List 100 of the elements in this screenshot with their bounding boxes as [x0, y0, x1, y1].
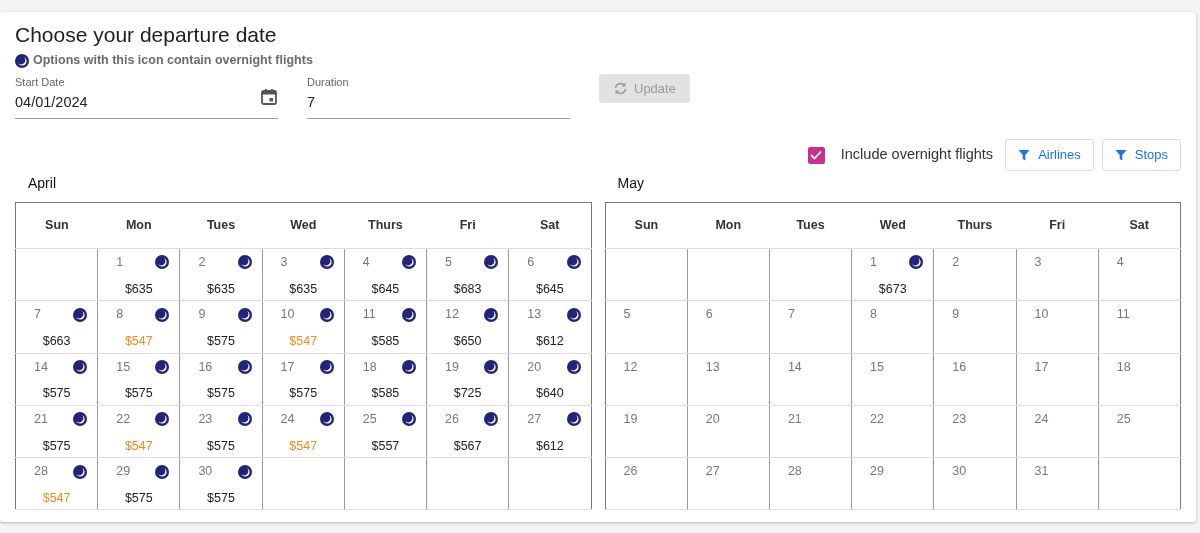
- price[interactable]: $585: [371, 332, 400, 351]
- day-number: 24: [280, 410, 295, 428]
- duration-field[interactable]: 7: [307, 92, 570, 115]
- day-number: 6: [527, 253, 535, 271]
- day-number: 12: [623, 358, 638, 376]
- price[interactable]: $612: [535, 332, 564, 351]
- price[interactable]: $575: [207, 488, 235, 508]
- weekday-header: Tues: [796, 218, 825, 233]
- weekday-header: Thurs: [957, 218, 993, 233]
- filter-button[interactable]: Stops: [1101, 139, 1181, 171]
- price[interactable]: $575: [207, 384, 235, 404]
- price[interactable]: $725: [453, 384, 482, 404]
- day-number: 26: [623, 463, 638, 481]
- day-number: 19: [623, 410, 638, 428]
- day-number: 8: [870, 306, 878, 324]
- day-number: 16: [952, 358, 967, 376]
- day-number: 5: [623, 306, 631, 324]
- start-date-field[interactable]: 04/01/2024: [15, 92, 260, 115]
- day-number: 19: [445, 358, 459, 376]
- filter-button[interactable]: Airlines: [1005, 139, 1094, 171]
- day-number: 20: [705, 410, 720, 428]
- day-number: 11: [362, 306, 376, 324]
- day-number: 14: [34, 358, 48, 376]
- filter-icon: [1018, 149, 1031, 162]
- weekday-header: Thurs: [368, 218, 403, 233]
- page-title: Choose your departure date: [15, 22, 278, 48]
- day-number: 3: [280, 253, 288, 271]
- day-number: 6: [705, 306, 713, 324]
- price[interactable]: $575: [42, 384, 71, 404]
- checkbox-label: Include overnight flights: [840, 145, 994, 165]
- weekday-header: Tues: [206, 218, 236, 233]
- price[interactable]: $585: [371, 384, 400, 404]
- day-number: 20: [527, 358, 542, 376]
- field-label: Duration: [307, 74, 350, 90]
- day-number: 11: [1116, 306, 1130, 324]
- day-number: 13: [527, 306, 542, 324]
- price[interactable]: $645: [535, 279, 564, 299]
- day-number: 8: [116, 306, 124, 324]
- overnight-checkbox[interactable]: [807, 146, 825, 164]
- moon-icon: [15, 53, 29, 68]
- price[interactable]: $645: [371, 279, 400, 299]
- weekday-header: Wed: [879, 218, 906, 233]
- day-number: 2: [198, 253, 206, 271]
- price[interactable]: $663: [42, 332, 71, 351]
- price[interactable]: $575: [42, 436, 71, 456]
- price[interactable]: $575: [124, 384, 153, 404]
- day-number: 1: [870, 253, 878, 271]
- day-number: 18: [1116, 358, 1131, 376]
- day-number: 21: [34, 410, 48, 428]
- weekday-header: Mon: [715, 218, 742, 233]
- refresh-icon: [613, 82, 628, 96]
- day-number: 21: [787, 410, 802, 428]
- day-number: 30: [198, 463, 213, 481]
- day-number: 28: [787, 463, 802, 481]
- price[interactable]: $575: [207, 436, 235, 456]
- day-number: 3: [1034, 253, 1042, 271]
- day-number: 9: [198, 306, 206, 324]
- calendar-icon[interactable]: [260, 88, 278, 107]
- day-number: 31: [1034, 463, 1049, 481]
- price[interactable]: $650: [453, 332, 482, 351]
- day-number: 14: [787, 358, 802, 376]
- day-number: 18: [362, 358, 377, 376]
- price[interactable]: $635: [289, 279, 318, 299]
- day-number: 22: [116, 410, 131, 428]
- day-number: 10: [280, 306, 295, 324]
- day-number: 9: [952, 306, 960, 324]
- day-number: 13: [705, 358, 720, 376]
- field-label: Start Date: [15, 74, 66, 90]
- price[interactable]: $575: [124, 488, 153, 508]
- day-number: 23: [198, 410, 213, 428]
- legend-text: Options with this icon contain overnight flights: [33, 52, 313, 70]
- weekday-header: Fri: [1049, 218, 1066, 233]
- day-number: 23: [952, 410, 967, 428]
- filter-icon: [1114, 149, 1127, 162]
- weekday-header: Wed: [290, 218, 317, 233]
- price[interactable]: $683: [453, 279, 482, 299]
- day-number: 12: [445, 306, 459, 324]
- day-number: 27: [705, 463, 720, 481]
- price[interactable]: $635: [124, 279, 153, 299]
- weekday-header: Sat: [1129, 218, 1149, 233]
- day-number: 5: [445, 253, 452, 271]
- day-number: 29: [870, 463, 884, 481]
- price[interactable]: $575: [289, 384, 318, 404]
- price[interactable]: $673: [878, 279, 907, 299]
- day-number: 25: [362, 410, 377, 428]
- price[interactable]: $635: [207, 279, 235, 299]
- day-number: 15: [116, 358, 131, 376]
- day-number: 29: [116, 463, 131, 481]
- weekday-header: Sat: [539, 218, 560, 233]
- day-number: 17: [1034, 358, 1049, 376]
- day-number: 17: [280, 358, 295, 376]
- month-name: April: [27, 173, 57, 193]
- day-number: 25: [1116, 410, 1131, 428]
- day-number: 22: [870, 410, 884, 428]
- price[interactable]: $575: [207, 332, 235, 351]
- price[interactable]: $640: [535, 384, 564, 404]
- price[interactable]: $567: [453, 436, 482, 456]
- price[interactable]: $612: [535, 436, 564, 456]
- weekday-header: Mon: [125, 218, 152, 233]
- price[interactable]: $557: [371, 436, 400, 456]
